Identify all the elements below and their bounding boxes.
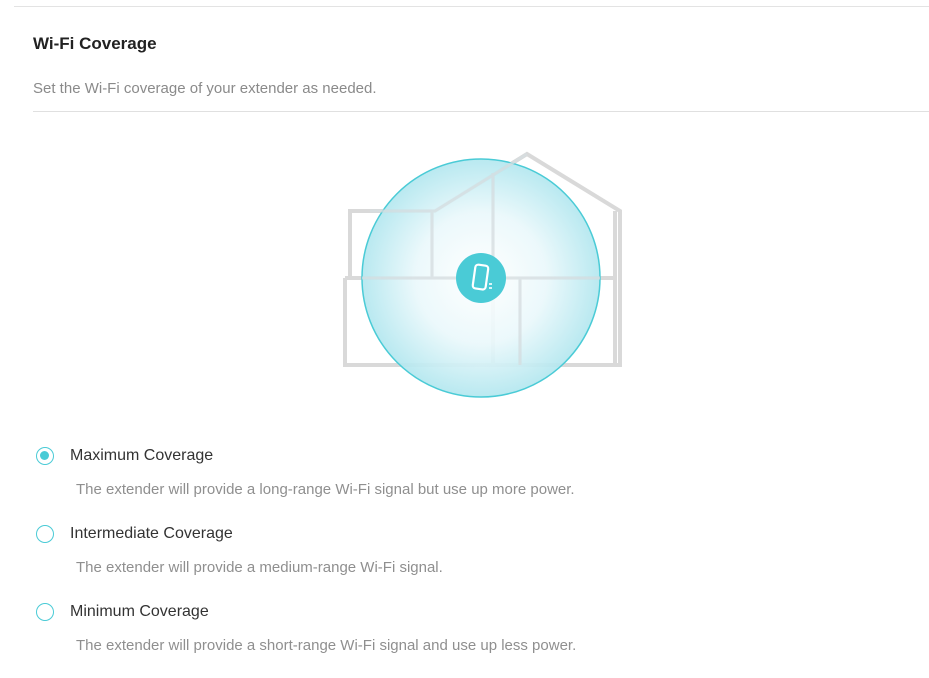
option-label-maximum[interactable]: Maximum Coverage (70, 447, 213, 465)
coverage-option-maximum[interactable]: Maximum Coverage The extender will provi… (36, 444, 916, 522)
radio-maximum-coverage[interactable] (36, 447, 54, 465)
panel-top-border (14, 6, 929, 7)
coverage-option-intermediate[interactable]: Intermediate Coverage The extender will … (36, 522, 916, 600)
coverage-illustration (330, 145, 640, 415)
radio-intermediate-coverage[interactable] (36, 525, 54, 543)
option-description-maximum: The extender will provide a long-range W… (76, 481, 575, 498)
option-label-minimum[interactable]: Minimum Coverage (70, 603, 209, 621)
coverage-options: Maximum Coverage The extender will provi… (36, 444, 916, 678)
option-description-intermediate: The extender will provide a medium-range… (76, 559, 443, 576)
extender-device-icon (456, 253, 506, 303)
option-description-minimum: The extender will provide a short-range … (76, 637, 577, 654)
section-divider (33, 111, 929, 112)
radio-minimum-coverage[interactable] (36, 603, 54, 621)
coverage-option-minimum[interactable]: Minimum Coverage The extender will provi… (36, 600, 916, 678)
option-label-intermediate[interactable]: Intermediate Coverage (70, 525, 233, 543)
house-coverage-graphic (343, 151, 622, 398)
section-description: Set the Wi-Fi coverage of your extender … (33, 80, 377, 97)
section-title: Wi-Fi Coverage (33, 34, 157, 53)
